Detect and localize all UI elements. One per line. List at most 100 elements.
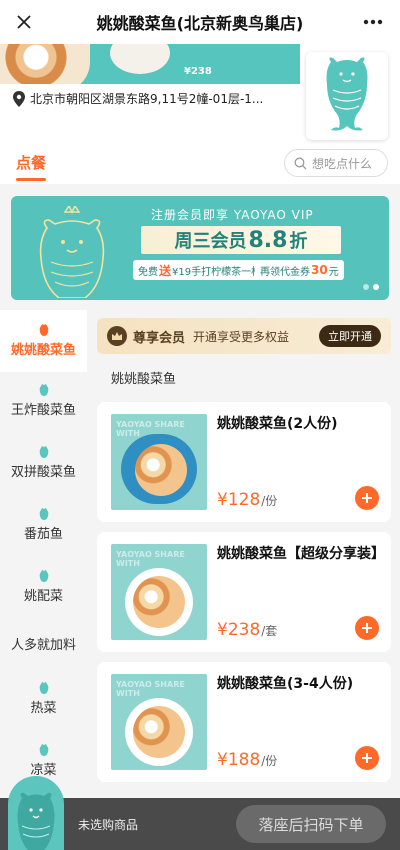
bear-icon: [39, 384, 48, 396]
cart-bar: 未选购商品 落座后扫码下单: [0, 776, 400, 850]
product-image: YAOYAO SHARE WITH: [111, 414, 207, 510]
member-desc: 开通享受更多权益: [193, 329, 290, 344]
category-item-shuangpin[interactable]: 双拼酸菜鱼: [0, 446, 87, 480]
product-card[interactable]: YAOYAO SHARE WITH 姚姚酸菜鱼(3-4人份) ¥188/份: [97, 662, 391, 782]
product-name: 姚姚酸菜鱼(3-4人份): [217, 676, 354, 692]
price-value: ¥238: [217, 620, 261, 640]
category-item-peicai[interactable]: 姚配菜: [0, 570, 87, 604]
open-membership-button[interactable]: 立即开通: [319, 325, 381, 347]
product-price: ¥128/份: [217, 490, 277, 510]
bear-cart-icon: [17, 792, 55, 850]
vip-promo-banner[interactable]: 注册会员即享 YAOYAO VIP 周三会员 8.8 折 免费 送 ¥19手打柠…: [11, 196, 389, 300]
bear-icon: [39, 508, 48, 520]
category-label: 王炸酸菜鱼: [10, 403, 76, 418]
price-unit: /份: [261, 494, 278, 508]
promo-headline-prefix: 周三会员: [174, 231, 247, 252]
promo-chip-voucher: 再领代金券 30 元: [255, 260, 344, 280]
food-image: [0, 44, 90, 84]
category-label: 姚姚酸菜鱼: [10, 343, 76, 358]
bear-icon: [39, 570, 48, 582]
more-icon[interactable]: [360, 10, 386, 34]
category-item-fanqie[interactable]: 番茄鱼: [0, 508, 87, 542]
scan-order-button[interactable]: 落座后扫码下单: [236, 805, 386, 843]
bear-icon: [39, 744, 48, 756]
plus-icon: [362, 753, 372, 763]
carousel-dot-active: [373, 284, 379, 290]
bear-icon: [39, 682, 48, 694]
product-name: 姚姚酸菜鱼(2人份): [217, 416, 338, 432]
bowl-image: [110, 44, 170, 74]
promo-headline-discount: 8.8: [248, 227, 288, 253]
promo-chip-voucher-label: 再领代金券: [260, 266, 310, 278]
promo-chip-free-tea: 免费 送 ¥19手打柠檬茶一杯: [133, 260, 267, 280]
add-to-cart-button[interactable]: [355, 486, 379, 510]
image-watermark: YAOYAO SHARE WITH: [116, 680, 185, 698]
promo-chip-tea-label: ¥19手打柠檬茶一杯: [172, 266, 262, 278]
add-to-cart-button[interactable]: [355, 616, 379, 640]
product-image: YAOYAO SHARE WITH: [111, 544, 207, 640]
tab-underline: [16, 178, 46, 181]
cart-mascot[interactable]: [8, 776, 64, 850]
category-item-liangcai[interactable]: 凉菜: [0, 744, 87, 778]
member-title: 尊享会员: [133, 330, 186, 346]
search-input[interactable]: 想吃点什么: [284, 149, 388, 177]
dish-shape: [133, 576, 185, 628]
promo-headline: 周三会员 8.8 折: [141, 226, 341, 254]
dish-shape: [135, 444, 187, 496]
page-title: 姚姚酸菜鱼(北京新奥鸟巢店): [96, 14, 304, 33]
plus-icon: [362, 493, 372, 503]
category-item-recai[interactable]: 热菜: [0, 682, 87, 716]
product-price: ¥188/份: [217, 750, 277, 770]
category-label: 双拼酸菜鱼: [10, 465, 76, 480]
category-sidebar: 姚姚酸菜鱼 王炸酸菜鱼 双拼酸菜鱼 番茄鱼 姚配菜 人多就加料 热菜 凉菜: [0, 310, 87, 850]
price-value: ¥188: [217, 750, 261, 770]
promo-chip-free-label: 免费: [138, 266, 158, 278]
search-placeholder: 想吃点什么: [312, 156, 373, 171]
promo-headline-suffix: 折: [289, 231, 308, 252]
bear-mascot-icon: [39, 206, 105, 298]
bear-icon: [39, 324, 48, 336]
section-title: 姚姚酸菜鱼: [111, 372, 177, 387]
location-pin-icon: [13, 90, 25, 107]
bear-icon: [39, 446, 48, 458]
category-label: 番茄鱼: [23, 527, 63, 542]
close-icon[interactable]: [10, 8, 38, 36]
product-name: 姚姚酸菜鱼【超级分享装】: [217, 546, 385, 562]
category-item-jialiao[interactable]: 人多就加料: [0, 634, 87, 653]
store-banner: ¥238: [0, 44, 300, 84]
price-unit: /套: [261, 624, 278, 638]
category-item-yaoyao[interactable]: 姚姚酸菜鱼: [0, 310, 87, 372]
category-item-wangzha[interactable]: 王炸酸菜鱼: [0, 384, 87, 418]
carousel-dot: [363, 284, 369, 290]
promo-chip-voucher-unit: 元: [328, 266, 339, 278]
category-label: 姚配菜: [23, 589, 63, 604]
promo-line1: 注册会员即享 YAOYAO VIP: [151, 208, 314, 222]
tab-order[interactable]: 点餐: [16, 152, 46, 173]
product-card[interactable]: YAOYAO SHARE WITH 姚姚酸菜鱼(2人份) ¥128/份: [97, 402, 391, 522]
product-image: YAOYAO SHARE WITH: [111, 674, 207, 770]
plus-icon: [362, 623, 372, 633]
store-address[interactable]: 北京市朝阳区湖景东路9,11号2幢-01层-1...: [12, 90, 292, 107]
promo-chip-voucher-amount: 30: [311, 263, 328, 277]
product-card[interactable]: YAOYAO SHARE WITH 姚姚酸菜鱼【超级分享装】 ¥238/套: [97, 532, 391, 652]
promo-chip-send-label: 送: [159, 263, 172, 278]
image-watermark: YAOYAO SHARE WITH: [116, 550, 185, 568]
store-logo: [306, 52, 388, 140]
carousel-dots: [363, 284, 379, 290]
price-value: ¥128: [217, 490, 261, 510]
crown-icon: [107, 326, 127, 346]
nav-bar: 姚姚酸菜鱼(北京新奥鸟巢店): [0, 0, 400, 44]
category-label: 人多就加料: [10, 638, 76, 653]
store-header: ¥238 北京市朝阳区湖景东路9,11号2幢-01层-1... 点餐 想吃点什么: [0, 44, 400, 184]
category-label: 热菜: [30, 701, 57, 716]
dish-shape: [133, 706, 185, 758]
price-unit: /份: [261, 754, 278, 768]
banner-price: ¥238: [184, 66, 212, 77]
add-to-cart-button[interactable]: [355, 746, 379, 770]
tab-row: 点餐 想吃点什么: [0, 144, 400, 184]
address-text: 北京市朝阳区湖景东路9,11号2幢-01层-1...: [30, 92, 264, 106]
bear-fish-logo-icon: [326, 57, 368, 131]
menu-content: 尊享会员 开通享受更多权益 立即开通 姚姚酸菜鱼 YAOYAO SHARE WI…: [87, 310, 400, 850]
product-price: ¥238/套: [217, 620, 277, 640]
member-bar[interactable]: 尊享会员 开通享受更多权益 立即开通: [97, 318, 391, 354]
